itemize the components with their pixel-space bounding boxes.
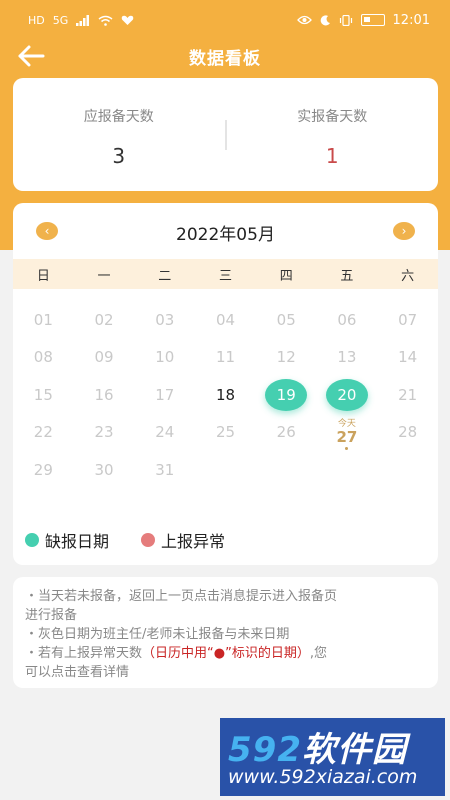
calendar-day-disabled: 09: [94, 348, 114, 367]
tip-highlight: （日历中用“●”标识的日期）: [142, 646, 310, 661]
calendar-header: ‹ 2022年05月 ›: [13, 203, 438, 259]
watermark-url: www.592xiazai.com: [228, 766, 418, 788]
calendar-day-disabled: 13: [337, 348, 357, 367]
hd-icon: HD: [28, 13, 45, 27]
actual-days-stat: 实报备天数 1: [227, 102, 439, 168]
watermark-number: 592: [228, 730, 302, 770]
calendar-day-disabled: 29: [33, 460, 53, 479]
calendar-day-disabled: 22: [33, 423, 53, 442]
legend-missed-label: 缺报日期: [45, 532, 110, 551]
calendar-day-disabled: 26: [276, 423, 296, 442]
top-nav: 数据看板: [0, 40, 450, 72]
calendar-day-disabled: 28: [398, 423, 418, 442]
status-right: 12:01: [296, 12, 430, 28]
signal-icon: [76, 14, 90, 26]
calendar-days-grid: 01 02 03 04 05 06 07 08 09 10 11 12 13 14 15 16 17 18 19 20…: [13, 301, 438, 489]
heart-icon: [122, 15, 134, 25]
calendar-day-disabled: 01: [33, 310, 53, 329]
network-5g-icon: 5G: [52, 13, 69, 27]
calendar-day-disabled: 23: [94, 423, 114, 442]
weekday-label: 四: [279, 268, 293, 284]
calendar-legend: 缺报日期 上报异常: [0, 525, 450, 555]
calendar-day-disabled: 02: [94, 310, 114, 329]
battery-icon: [360, 14, 385, 26]
actual-days-label: 实报备天数: [297, 108, 368, 125]
weekday-label: 三: [218, 268, 232, 284]
calendar-day[interactable]: 18: [195, 376, 256, 414]
watermark-title: 592软件园: [228, 722, 407, 771]
chevron-right-icon: ›: [401, 224, 407, 238]
due-days-label: 应报备天数: [83, 108, 154, 125]
vibrate-icon: [339, 14, 352, 26]
calendar-day-disabled: 24: [155, 423, 175, 442]
calendar-day-disabled: 10: [155, 348, 175, 367]
due-days-stat: 应报备天数 3: [13, 102, 225, 168]
due-days-value: 3: [112, 143, 126, 168]
watermark-logo: 592软件园 www.592xiazai.com: [220, 718, 445, 796]
tip-text: ,您: [309, 646, 327, 661]
today-dot-icon: [345, 446, 349, 450]
calendar-day-disabled: 11: [215, 348, 236, 367]
calendar-month-title: 2022年05月: [176, 224, 275, 245]
calendar-day-disabled: 17: [155, 385, 175, 404]
wifi-icon: [98, 15, 113, 26]
calendar-card: ‹ 2022年05月 › 日 一 二 三 四 五 六 01 02 03 04 05 06 0…: [13, 203, 438, 565]
eye-icon: [296, 15, 312, 25]
calendar-day-today[interactable]: 今天 27: [317, 414, 378, 452]
status-time: 12:01: [392, 12, 430, 28]
calendar-day-disabled: 21: [398, 385, 418, 404]
calendar-day-disabled: 14: [398, 348, 418, 367]
calendar-day-disabled: 05: [276, 310, 296, 329]
tip-line: 可以点击查看详情: [25, 665, 130, 680]
calendar-day-disabled: 31: [155, 460, 175, 479]
abnormal-dot-icon: [141, 533, 156, 547]
missed-dot-icon: [25, 533, 39, 547]
weekday-label: 日: [36, 268, 50, 284]
calendar-day-disabled: 15: [33, 385, 53, 404]
tip-line: 进行报备: [25, 608, 78, 623]
page-title: 数据看板: [189, 48, 261, 69]
back-button[interactable]: [16, 42, 46, 70]
legend-abnormal-label: 上报异常: [161, 532, 226, 551]
back-arrow-icon: [18, 45, 45, 67]
tip-line: ・灰色日期为班主任/老师未让报备与未来日期: [25, 627, 290, 642]
weekday-header: 日 一 二 三 四 五 六: [13, 259, 438, 289]
day-number: 27: [336, 427, 358, 446]
prev-month-button[interactable]: ‹: [36, 222, 58, 240]
calendar-day-missed[interactable]: 20: [317, 376, 378, 414]
calendar-day-disabled: 12: [276, 348, 296, 367]
legend-missed: 缺报日期: [25, 528, 109, 552]
calendar-day-disabled: 08: [33, 348, 53, 367]
calendar-day-disabled: 03: [155, 310, 175, 329]
tip-line: ・当天若未报备，返回上一页点击消息提示进入报备页: [25, 589, 338, 604]
weekday-label: 二: [158, 268, 172, 284]
day-number: 20: [325, 378, 368, 411]
tip-text: ・若有上报异常天数: [25, 646, 143, 661]
calendar-day-disabled: 04: [215, 310, 236, 329]
weekday-label: 一: [97, 268, 111, 284]
day-number: 19: [265, 378, 308, 411]
status-bar: HD 5G 12:01: [0, 0, 450, 40]
calendar-day-disabled: 16: [94, 385, 114, 404]
chevron-left-icon: ‹: [44, 224, 50, 238]
status-left: HD 5G: [28, 13, 134, 27]
calendar-day-disabled: 25: [215, 423, 236, 442]
summary-card: 应报备天数 3 实报备天数 1: [13, 78, 438, 191]
calendar-day-disabled: 30: [94, 460, 114, 479]
watermark-text: 软件园: [301, 730, 407, 770]
weekday-label: 五: [340, 268, 354, 284]
weekday-label: 六: [401, 268, 415, 284]
calendar-day-disabled: 07: [398, 310, 418, 329]
moon-icon: [320, 14, 330, 25]
tip-line: ・若有上报异常天数（日历中用“●”标识的日期）,您: [25, 644, 426, 663]
next-month-button[interactable]: ›: [393, 222, 415, 240]
calendar-day-disabled: 06: [337, 310, 357, 329]
calendar-day-missed[interactable]: 19: [256, 376, 317, 414]
tips-card: ・当天若未报备，返回上一页点击消息提示进入报备页 进行报备 ・灰色日期为班主任/…: [13, 577, 438, 688]
legend-abnormal: 上报异常: [141, 528, 225, 552]
actual-days-value: 1: [325, 143, 339, 168]
